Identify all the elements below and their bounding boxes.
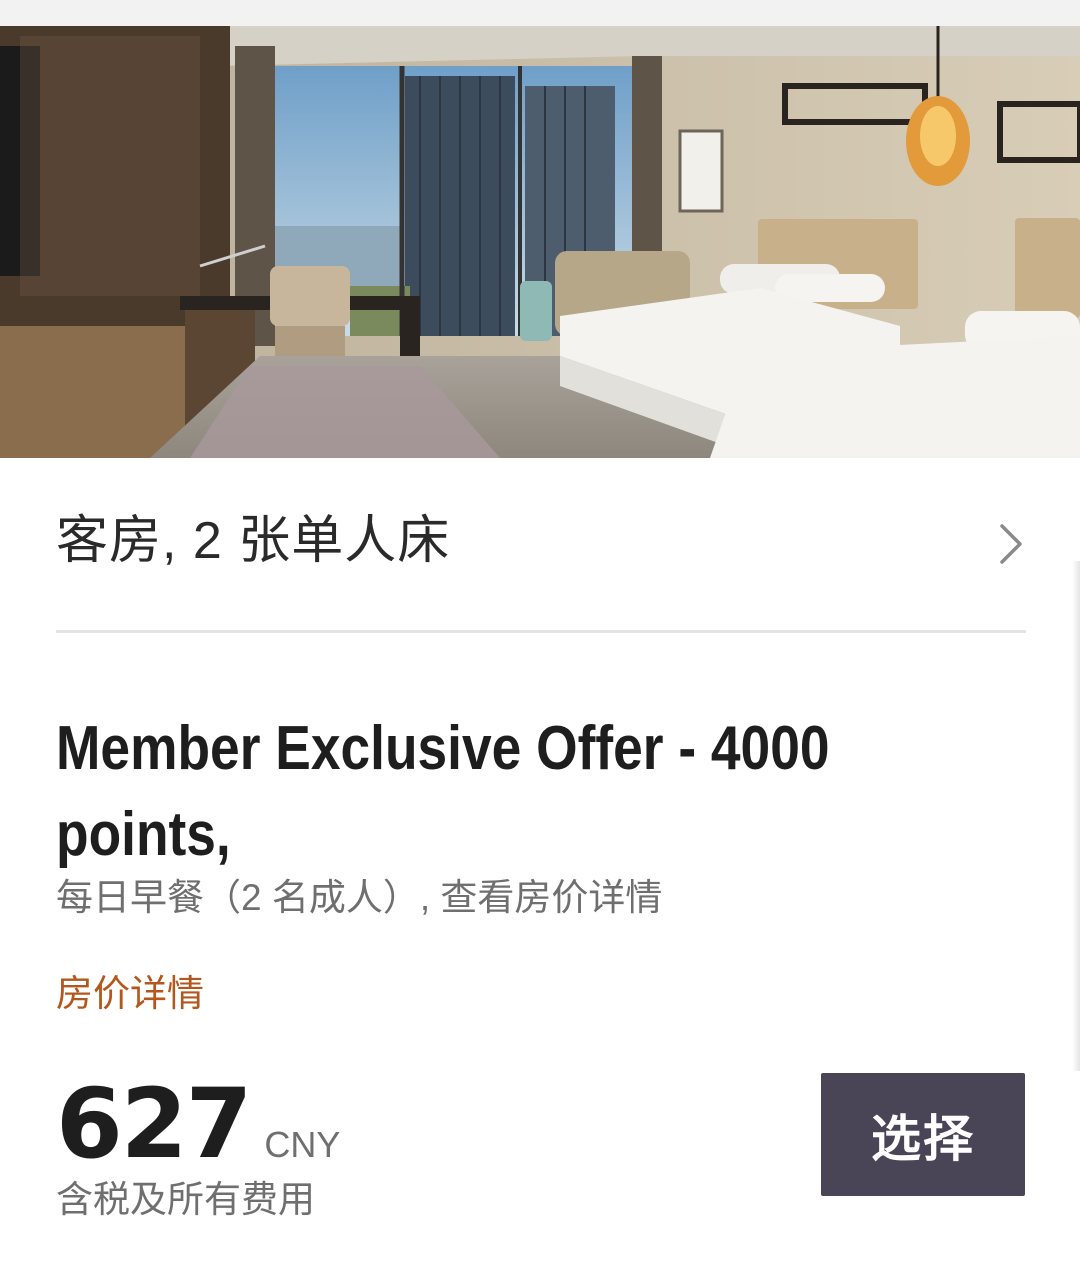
select-button[interactable]: 选择 [821, 1073, 1025, 1196]
chevron-right-icon[interactable] [996, 522, 1026, 566]
offer-title: Member Exclusive Offer - 4000 points, [56, 714, 830, 869]
rate-details-link[interactable]: 房价详情 [56, 970, 204, 1018]
price-currency: CNY [264, 1124, 341, 1165]
divider [56, 630, 1026, 633]
room-rate-card: 客房, 2 张单人床 Member Exclusive Offer - 4000… [0, 26, 1080, 1279]
offer-subtitle: 每日早餐（2 名成人）, 查看房价详情 [56, 877, 663, 918]
room-type-row[interactable]: 客房, 2 张单人床 [56, 506, 1026, 586]
price-amount: 627 [56, 1068, 252, 1180]
edge-shadow [1072, 561, 1080, 1071]
room-photo[interactable] [0, 26, 1080, 458]
price-note: 含税及所有费用 [56, 1179, 315, 1220]
price-block: 627 CNY [56, 1076, 340, 1172]
room-photo-illustration [0, 26, 1080, 458]
room-type-title: 客房, 2 张单人床 [56, 512, 451, 570]
top-strip [0, 0, 1080, 26]
